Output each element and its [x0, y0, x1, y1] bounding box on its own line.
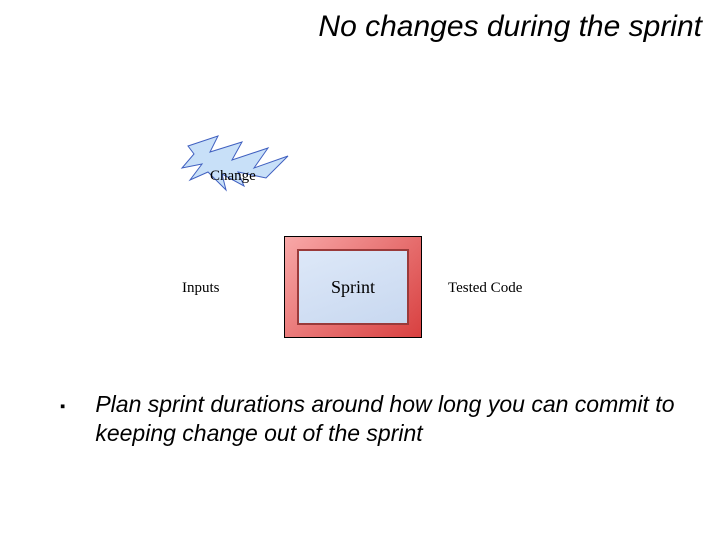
- bullet-row: ▪ Plan sprint durations around how long …: [60, 390, 680, 448]
- bullet-text: Plan sprint durations around how long yo…: [95, 390, 680, 448]
- inputs-label: Inputs: [182, 280, 220, 297]
- tested-code-label: Tested Code: [448, 280, 522, 297]
- bullet-mark: ▪: [60, 398, 65, 415]
- change-lightning-graphic: [180, 128, 300, 198]
- sprint-box-inner: Sprint: [297, 249, 409, 325]
- sprint-box: Sprint: [284, 236, 422, 338]
- slide-title: No changes during the sprint: [0, 10, 710, 44]
- change-label: Change: [210, 168, 256, 185]
- sprint-label: Sprint: [331, 277, 375, 298]
